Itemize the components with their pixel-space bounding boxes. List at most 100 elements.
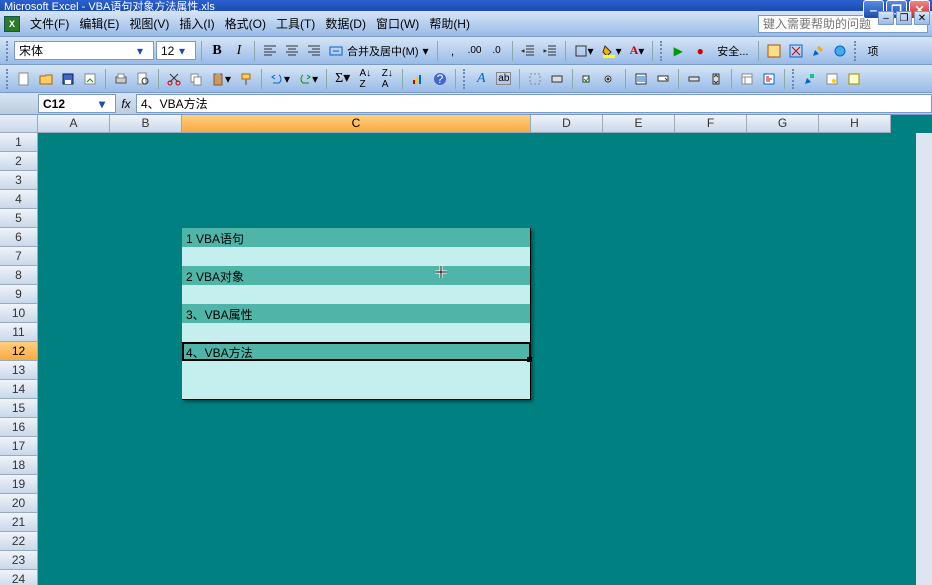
- row-header-8[interactable]: 8: [0, 266, 38, 285]
- borders-button[interactable]: ▾: [571, 41, 597, 61]
- row-header-10[interactable]: 10: [0, 304, 38, 323]
- fill-color-button[interactable]: ▾: [599, 41, 625, 61]
- row-header-9[interactable]: 9: [0, 285, 38, 304]
- select-all-button[interactable]: [0, 115, 38, 132]
- cell-c14[interactable]: [182, 380, 530, 399]
- group-box-button[interactable]: [525, 69, 545, 89]
- wb-minimize-button[interactable]: ‒: [878, 11, 894, 25]
- menu-view[interactable]: 视图(V): [125, 13, 173, 34]
- col-header-g[interactable]: G: [747, 115, 819, 132]
- menu-file[interactable]: 文件(F): [26, 13, 73, 34]
- name-box[interactable]: C12▾: [38, 94, 116, 113]
- format-painter-button[interactable]: [236, 69, 256, 89]
- menu-tools[interactable]: 工具(T): [272, 13, 319, 34]
- merge-center-button[interactable]: 合并及居中(M)▾: [326, 41, 432, 61]
- align-center-button[interactable]: [282, 41, 302, 61]
- design-mode-button[interactable]: [808, 41, 828, 61]
- option-control-button[interactable]: [600, 69, 620, 89]
- worksheet-grid[interactable]: A B C D E F G H 123456789101112131415161…: [0, 115, 932, 585]
- cell-c13[interactable]: [182, 361, 530, 380]
- formula-bar[interactable]: 4、VBA方法: [136, 94, 932, 113]
- properties2-button[interactable]: [822, 69, 842, 89]
- increase-decimal-button[interactable]: .00: [465, 41, 485, 61]
- col-header-h[interactable]: H: [819, 115, 891, 132]
- menu-window[interactable]: 窗口(W): [372, 13, 423, 34]
- paste-button[interactable]: ▾: [208, 69, 234, 89]
- row-header-2[interactable]: 2: [0, 152, 38, 171]
- align-left-button[interactable]: [260, 41, 280, 61]
- chart-wizard-button[interactable]: [408, 69, 428, 89]
- italic-button[interactable]: I: [229, 41, 249, 61]
- col-header-e[interactable]: E: [603, 115, 675, 132]
- row-header-21[interactable]: 21: [0, 513, 38, 532]
- script-editor-button[interactable]: [830, 41, 850, 61]
- print-button[interactable]: [111, 69, 131, 89]
- row-header-1[interactable]: 1: [0, 133, 38, 152]
- cell-c12[interactable]: 4、VBA方法: [182, 342, 530, 361]
- print-preview-button[interactable]: [133, 69, 153, 89]
- comma-style-button[interactable]: ,: [443, 41, 463, 61]
- cell-c11[interactable]: [182, 323, 530, 342]
- col-header-d[interactable]: D: [531, 115, 603, 132]
- row-header-15[interactable]: 15: [0, 399, 38, 418]
- copy-button[interactable]: [186, 69, 206, 89]
- col-header-a[interactable]: A: [38, 115, 110, 132]
- content-range[interactable]: 1 VBA语句 2 VBA对象 3、VBA属性 4、VBA方法: [182, 228, 531, 400]
- row-header-12[interactable]: 12: [0, 342, 38, 361]
- control-toolbox-button[interactable]: [786, 41, 806, 61]
- save-button[interactable]: [58, 69, 78, 89]
- help-button[interactable]: ?: [430, 69, 450, 89]
- run-macro-button[interactable]: ▶: [668, 41, 688, 61]
- col-header-b[interactable]: B: [110, 115, 182, 132]
- row-header-20[interactable]: 20: [0, 494, 38, 513]
- combobox-control-button[interactable]: [653, 69, 673, 89]
- align-right-button[interactable]: [304, 41, 324, 61]
- toolbar-handle[interactable]: [6, 41, 10, 61]
- toolbar-handle[interactable]: [463, 69, 467, 89]
- menu-insert[interactable]: 插入(I): [175, 13, 218, 34]
- increase-indent-button[interactable]: [540, 41, 560, 61]
- row-header-18[interactable]: 18: [0, 456, 38, 475]
- cut-button[interactable]: [164, 69, 184, 89]
- open-button[interactable]: [36, 69, 56, 89]
- row-header-23[interactable]: 23: [0, 551, 38, 570]
- toolbar-handle[interactable]: [854, 41, 858, 61]
- permission-button[interactable]: [80, 69, 100, 89]
- cell-c9[interactable]: [182, 285, 530, 304]
- spinner-control-button[interactable]: [706, 69, 726, 89]
- sort-desc-button[interactable]: Z↓A: [377, 69, 397, 89]
- vbe-button[interactable]: [764, 41, 784, 61]
- row-header-24[interactable]: 24: [0, 570, 38, 585]
- checkbox-control-button[interactable]: [578, 69, 598, 89]
- wb-close-button[interactable]: ✕: [914, 11, 930, 25]
- toolbar-handle[interactable]: [660, 41, 664, 61]
- toolbar-handle[interactable]: [792, 69, 796, 89]
- cell-c7[interactable]: [182, 247, 530, 266]
- col-header-c[interactable]: C: [182, 115, 531, 132]
- scrollbar-control-button[interactable]: [684, 69, 704, 89]
- row-header-22[interactable]: 22: [0, 532, 38, 551]
- menu-format[interactable]: 格式(O): [221, 13, 270, 34]
- autosum-button[interactable]: Σ▾: [332, 69, 353, 89]
- toolbar-handle[interactable]: [6, 69, 10, 89]
- vertical-scrollbar[interactable]: [916, 133, 932, 585]
- row-header-3[interactable]: 3: [0, 171, 38, 190]
- row-header-16[interactable]: 16: [0, 418, 38, 437]
- decrease-indent-button[interactable]: [518, 41, 538, 61]
- row-header-19[interactable]: 19: [0, 475, 38, 494]
- menu-edit[interactable]: 编辑(E): [75, 13, 123, 34]
- view-code-button[interactable]: [759, 69, 779, 89]
- item-button[interactable]: 项: [862, 41, 883, 61]
- row-header-13[interactable]: 13: [0, 361, 38, 380]
- redo-button[interactable]: ▾: [295, 69, 321, 89]
- col-header-f[interactable]: F: [675, 115, 747, 132]
- properties-button[interactable]: [737, 69, 757, 89]
- cell-c6[interactable]: 1 VBA语句: [182, 228, 530, 247]
- menu-data[interactable]: 数据(D): [321, 13, 370, 34]
- undo-button[interactable]: ▾: [267, 69, 293, 89]
- font-size-select[interactable]: 12▾: [156, 41, 196, 60]
- listbox-control-button[interactable]: [631, 69, 651, 89]
- row-header-11[interactable]: 11: [0, 323, 38, 342]
- fx-icon[interactable]: fx: [116, 97, 136, 111]
- row-header-7[interactable]: 7: [0, 247, 38, 266]
